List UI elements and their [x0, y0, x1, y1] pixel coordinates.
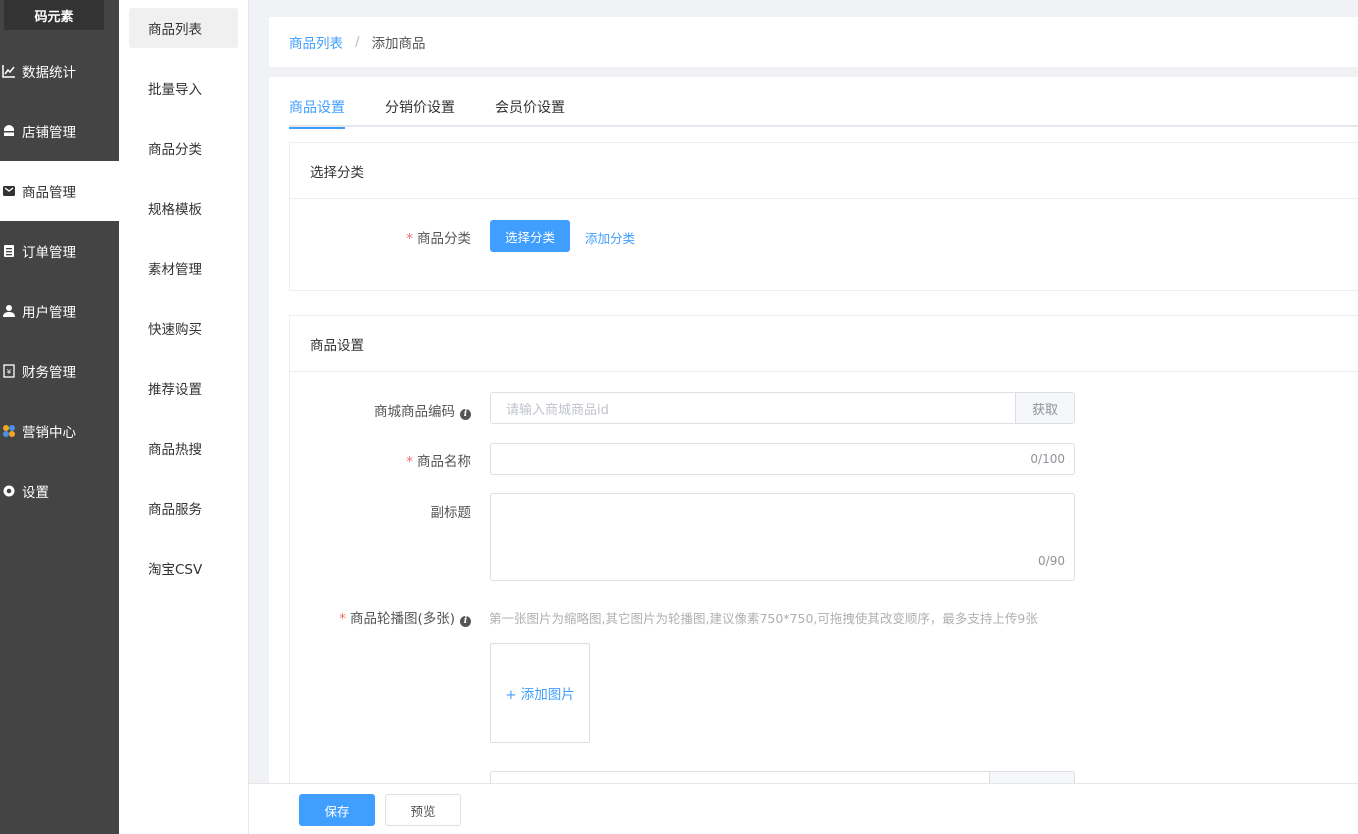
store-icon — [2, 124, 16, 138]
app-logo[interactable]: 码元素 — [4, 0, 104, 30]
form-label-subtitle: 副标题 — [271, 501, 472, 521]
finance-icon: ¥ — [2, 364, 16, 378]
required-mark: * — [339, 611, 346, 627]
select-category-button[interactable]: 选择分类 — [490, 220, 570, 252]
sidebar-item-label: 设置 — [22, 485, 49, 501]
required-mark: * — [406, 231, 413, 247]
main-sidebar: 码元素 数据统计 店铺管理 商品管理 订单管理 用户管理 ¥ 财务管理 营销中心… — [0, 0, 119, 834]
user-icon — [2, 304, 16, 318]
sidebar-item-finance[interactable]: ¥ 财务管理 — [0, 341, 119, 401]
chart-line-icon — [2, 64, 16, 78]
sidebar-item-stats[interactable]: 数据统计 — [0, 41, 119, 101]
category-card: 选择分类 * 商品分类 选择分类 添加分类 — [289, 142, 1358, 291]
sidebar-item-store[interactable]: 店铺管理 — [0, 101, 119, 161]
breadcrumb-current: 添加商品 — [371, 36, 426, 52]
form-label-category: * 商品分类 — [271, 227, 471, 247]
sidebar-item-users[interactable]: 用户管理 — [0, 281, 119, 341]
tab-member-price[interactable]: 会员价设置 — [495, 89, 565, 127]
sidebar-item-label: 商品管理 — [22, 185, 76, 201]
subnav-item-quick-buy[interactable]: 快速购买 — [129, 308, 238, 348]
sidebar-item-label: 数据统计 — [22, 65, 76, 81]
sidebar-item-label: 营销中心 — [22, 425, 76, 441]
save-button[interactable]: 保存 — [299, 794, 375, 826]
subnav-item-taobao-csv[interactable]: 淘宝CSV — [129, 548, 238, 588]
char-counter: 0/90 — [1038, 554, 1065, 568]
carousel-hint: 第一张图片为缩略图,其它图片为轮播图,建议像素750*750,可拖拽使其改变顺序… — [489, 611, 1038, 626]
label-text: 商品分类 — [417, 231, 471, 247]
label-text: 副标题 — [430, 505, 472, 521]
subnav-item-goods-list[interactable]: 商品列表 — [129, 8, 238, 48]
subnav-item-goods-service[interactable]: 商品服务 — [129, 488, 238, 528]
card-title: 选择分类 — [290, 143, 1358, 199]
sidebar-item-label: 订单管理 — [22, 245, 76, 261]
tab-goods-settings[interactable]: 商品设置 — [289, 89, 345, 129]
subtitle-textarea[interactable]: 0/90 — [490, 493, 1075, 581]
tab-active-indicator — [289, 127, 345, 129]
form-label-goods-name: * 商品名称 — [271, 450, 471, 470]
subnav-item-goods-category[interactable]: 商品分类 — [129, 128, 238, 168]
clipboard-icon — [2, 244, 16, 258]
marketing-icon — [2, 424, 16, 438]
info-icon[interactable]: i — [460, 616, 471, 627]
input-placeholder: 请输入商城商品id — [506, 402, 609, 418]
goods-code-input[interactable]: 请输入商城商品id 获取 — [490, 392, 1075, 424]
label-text: 商品名称 — [417, 454, 471, 470]
tab-label: 商品设置 — [289, 100, 345, 116]
sidebar-item-orders[interactable]: 订单管理 — [0, 221, 119, 281]
sidebar-item-label: 财务管理 — [22, 365, 76, 381]
subnav-item-material[interactable]: 素材管理 — [129, 248, 238, 288]
sidebar-item-label: 用户管理 — [22, 305, 76, 321]
goods-icon — [2, 184, 16, 198]
required-mark: * — [406, 454, 413, 470]
subnav-item-spec-template[interactable]: 规格模板 — [129, 188, 238, 228]
sidebar-item-settings[interactable]: 设置 — [0, 461, 119, 521]
add-category-link[interactable]: 添加分类 — [585, 228, 635, 247]
goods-name-input[interactable]: 0/100 — [490, 443, 1075, 475]
footer-action-bar: 保存 预览 — [249, 783, 1358, 834]
secondary-sidebar: 商品列表 批量导入 商品分类 规格模板 素材管理 快速购买 推荐设置 商品热搜 … — [119, 0, 249, 834]
label-text: 商城商品编码 — [374, 404, 455, 420]
label-text: 商品轮播图(多张) — [349, 611, 455, 627]
gear-icon — [2, 484, 16, 498]
breadcrumb-separator: / — [355, 34, 360, 50]
sidebar-item-label: 店铺管理 — [22, 125, 76, 141]
svg-text:¥: ¥ — [7, 368, 12, 376]
form-label-goods-code: 商城商品编码 i — [271, 400, 471, 420]
tab-distribution-price[interactable]: 分销价设置 — [385, 89, 455, 127]
breadcrumb: 商品列表 / 添加商品 — [269, 17, 1358, 67]
sidebar-item-marketing[interactable]: 营销中心 — [0, 401, 119, 461]
preview-button[interactable]: 预览 — [385, 794, 461, 826]
subnav-item-hot-search[interactable]: 商品热搜 — [129, 428, 238, 468]
fetch-button[interactable]: 获取 — [1015, 393, 1074, 423]
card-title: 商品设置 — [290, 316, 1358, 372]
sidebar-item-goods[interactable]: 商品管理 — [0, 161, 119, 221]
char-counter: 0/100 — [1030, 452, 1065, 466]
goods-settings-card: 商品设置 商城商品编码 i 请输入商城商品id 获取 * 商品名称 0/100 副标… — [289, 315, 1358, 834]
tab-bar: 商品设置 分销价设置 会员价设置 — [289, 89, 1358, 129]
add-image-button[interactable]: + 添加图片 — [490, 643, 590, 743]
info-icon[interactable]: i — [460, 409, 471, 420]
subnav-item-batch-import[interactable]: 批量导入 — [129, 68, 238, 108]
form-label-carousel: * 商品轮播图(多张) i — [271, 607, 471, 627]
main-panel: 商品设置 分销价设置 会员价设置 选择分类 * 商品分类 选择分类 添加分类 商品… — [269, 77, 1358, 834]
breadcrumb-link-goods-list[interactable]: 商品列表 — [289, 32, 343, 52]
subnav-item-recommend[interactable]: 推荐设置 — [129, 368, 238, 408]
